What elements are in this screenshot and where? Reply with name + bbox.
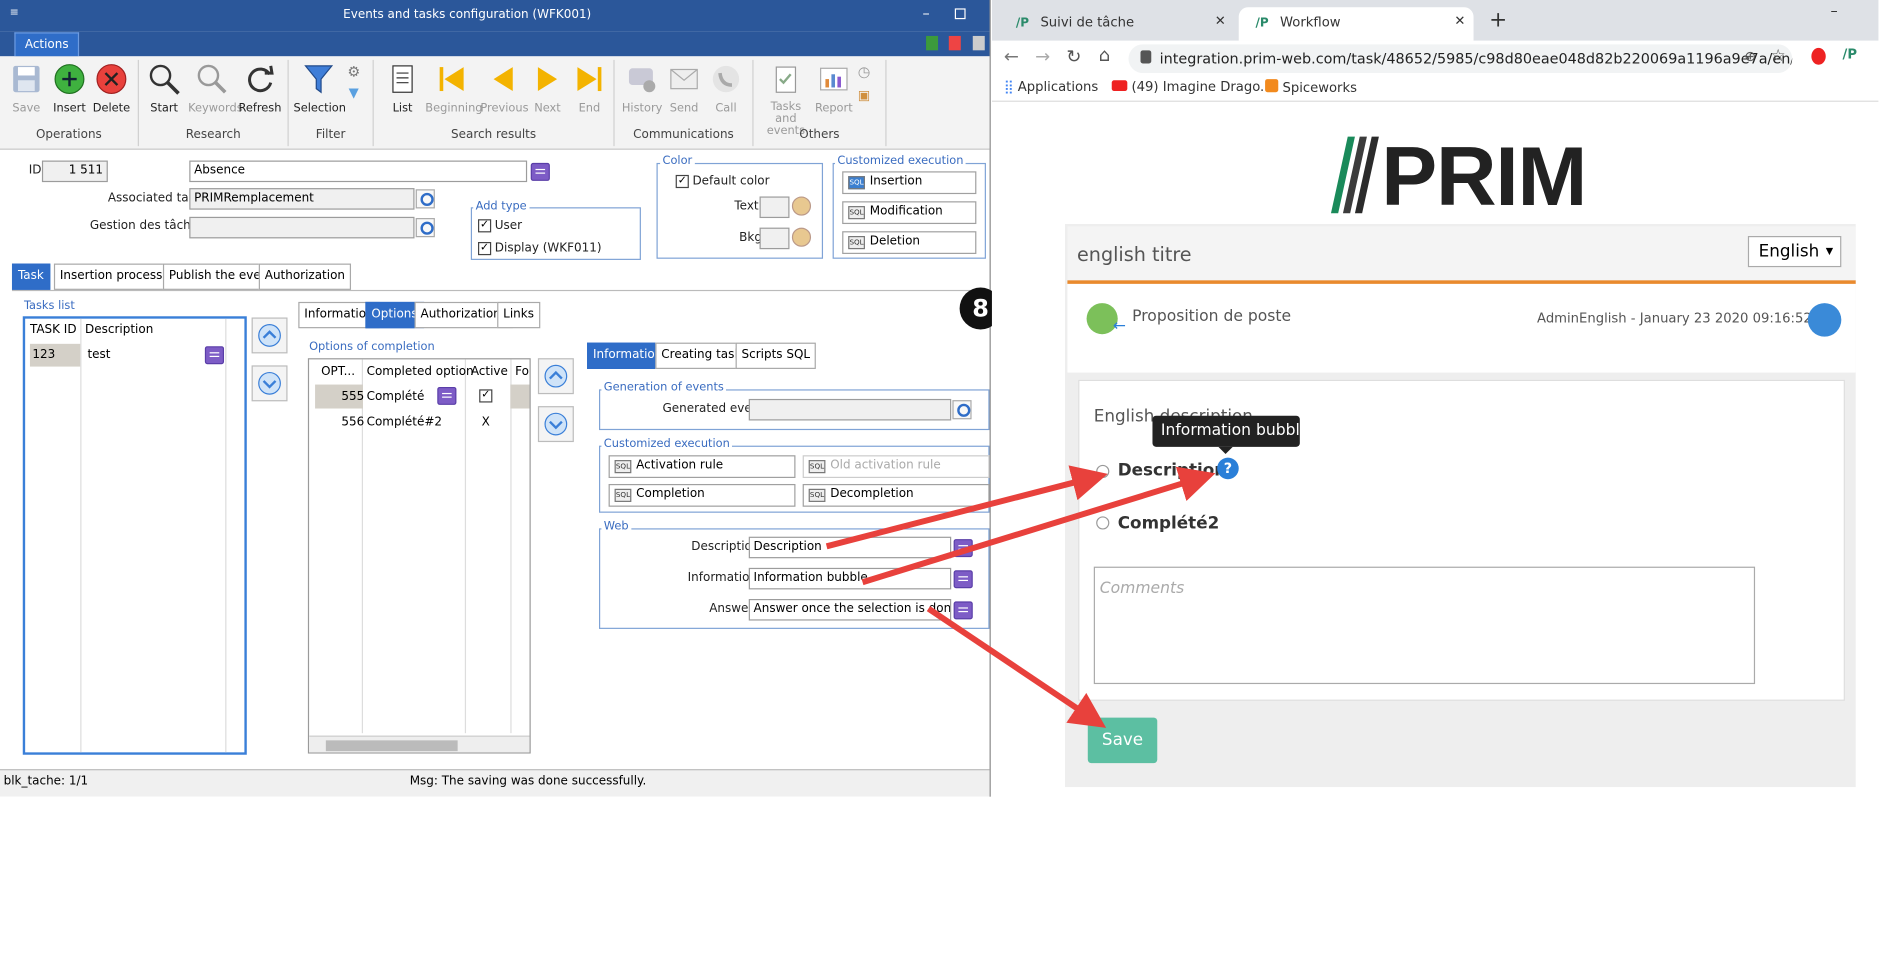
arrow-description (825, 465, 1108, 550)
annotation-arrows (825, 465, 1216, 728)
arrow-answer (926, 606, 1107, 728)
